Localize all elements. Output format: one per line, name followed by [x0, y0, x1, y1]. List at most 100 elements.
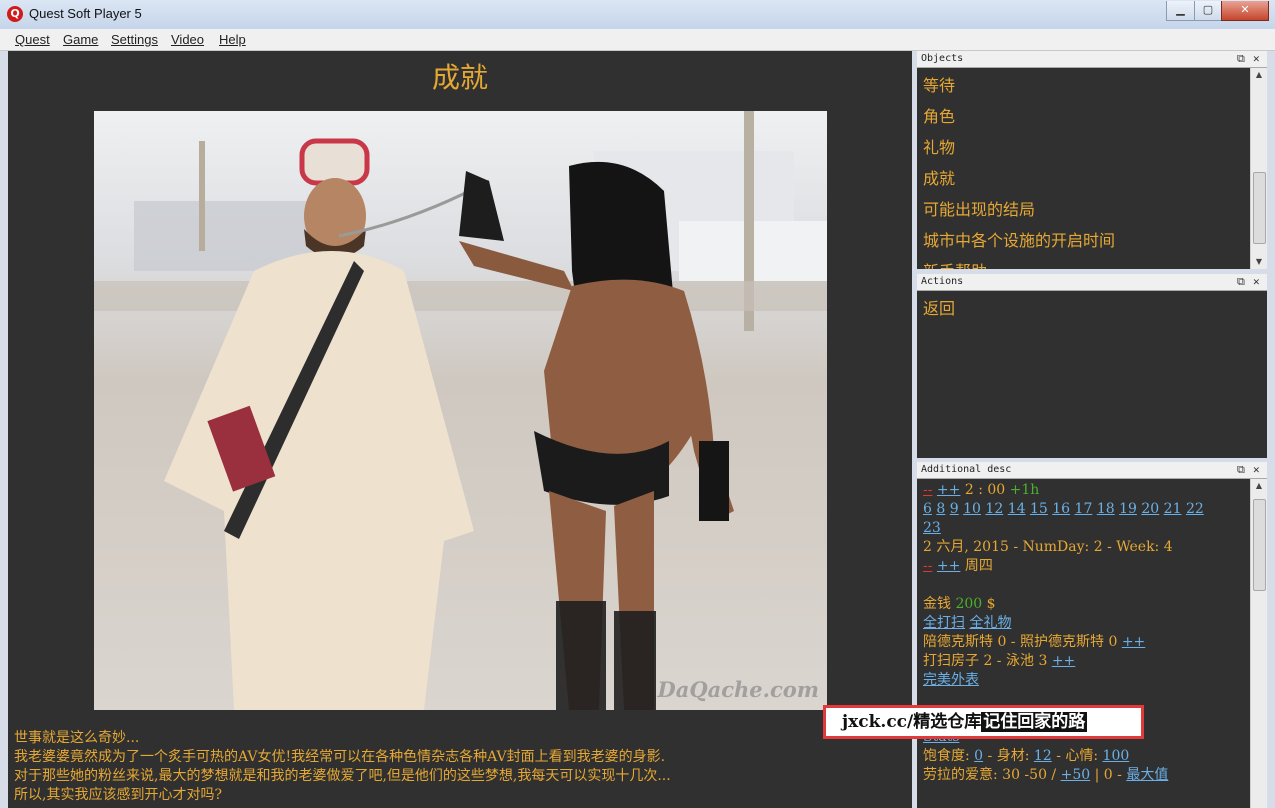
bulk-actions-row: 全打扫 全礼物 [923, 614, 1243, 633]
day-plus-link[interactable]: ++ [937, 558, 960, 574]
escort-plus-link[interactable]: ++ [1122, 634, 1145, 650]
hour-link[interactable]: 20 [1141, 501, 1159, 517]
body-label: - 身材: [987, 748, 1030, 764]
date-line: 2 六月, 2015 - NumDay: 2 - Week: 4 [923, 539, 1173, 555]
menu-help[interactable]: Help [219, 32, 246, 47]
hour-link[interactable]: 9 [950, 501, 959, 517]
actions-panel-title: Actions [921, 276, 964, 287]
desc-content: -- ++ 2 : 00 +1h 6 8 9 10 12 14 15 16 17… [917, 479, 1267, 808]
hour-link[interactable]: 22 [1186, 501, 1204, 517]
gift-all-link[interactable]: 全礼物 [969, 615, 1011, 631]
scroll-up-icon[interactable]: ▲ [1251, 68, 1267, 82]
actions-list: 返回 [917, 291, 1267, 458]
story-line: 所以,其实我应该感到开心才对吗? [14, 787, 222, 803]
menu-quest[interactable]: Quest [15, 32, 50, 47]
hour-link[interactable]: 17 [1075, 501, 1093, 517]
quest-logo-icon: Q [7, 6, 23, 22]
menu-bar: Quest Game Settings Video Help [0, 29, 1275, 51]
object-item-gift[interactable]: 礼物 [923, 134, 955, 158]
close-panel-icon[interactable]: ✕ [1253, 274, 1260, 290]
close-panel-icon[interactable]: ✕ [1253, 51, 1260, 67]
object-item-facility-hours[interactable]: 城市中各个设施的开启时间 [923, 227, 1115, 251]
mood-label: - 心情: [1056, 748, 1099, 764]
money-row: 金钱 200 $ [923, 595, 1243, 614]
menu-settings[interactable]: Settings [111, 32, 158, 47]
scene-photo: DaQache.com [94, 111, 827, 710]
desc-panel-header: Additional desc ⧉ ✕ [917, 462, 1267, 479]
game-output-pane: 成就 DaQache.com 世事就是这么奇妙... 我老婆婆竟然成为了一个炙手… [8, 51, 912, 808]
scene-illustration [94, 111, 827, 710]
love-plus-link[interactable]: +50 [1061, 767, 1091, 783]
object-item-achievement[interactable]: 成就 [923, 165, 955, 189]
hour-link[interactable]: 6 [923, 501, 932, 517]
scroll-thumb[interactable] [1253, 499, 1266, 591]
escort-text: 陪德克斯特 0 - 照护德克斯特 0 [923, 634, 1118, 650]
promo-highlight: 记住回家的路 [981, 712, 1088, 732]
story-line: 世事就是这么奇妙... [14, 730, 140, 746]
clean-all-link[interactable]: 全打扫 [923, 615, 965, 631]
time-minus-link[interactable]: -- [923, 482, 932, 498]
satiety-value[interactable]: 0 [974, 748, 983, 764]
hour-link[interactable]: 12 [985, 501, 1003, 517]
hour-link[interactable]: 8 [936, 501, 945, 517]
story-line: 对于那些她的粉丝来说,最大的梦想就是和我的老婆做爱了吧,但是他们的这些梦想,我每… [14, 768, 671, 784]
hour-link[interactable]: 19 [1119, 501, 1137, 517]
scroll-thumb[interactable] [1253, 172, 1266, 244]
object-item-endings[interactable]: 可能出现的结局 [923, 196, 1035, 220]
story-text: 世事就是这么奇妙... 我老婆婆竟然成为了一个炙手可热的AV女优!我经常可以在各… [14, 729, 671, 805]
objects-panel-header: Objects ⧉ ✕ [917, 51, 1267, 68]
house-text: 打扫房子 2 - 泳池 3 [923, 653, 1048, 669]
mood-value[interactable]: 100 [1103, 748, 1130, 764]
time-plus-link[interactable]: ++ [937, 482, 960, 498]
appearance-row: 完美外表 [923, 671, 1243, 690]
action-item-back[interactable]: 返回 [923, 295, 955, 319]
hour-link[interactable]: 14 [1008, 501, 1026, 517]
restore-panel-icon[interactable]: ⧉ [1237, 51, 1245, 67]
object-item-newbie-help[interactable]: 新手帮助 [923, 258, 987, 269]
scroll-down-icon[interactable]: ▼ [1251, 255, 1267, 269]
hour-link[interactable]: 16 [1052, 501, 1070, 517]
scroll-up-icon[interactable]: ▲ [1251, 479, 1267, 493]
desc-scrollbar[interactable]: ▲ [1250, 479, 1267, 808]
promo-prefix: jxck.cc/精选仓库 [842, 712, 982, 732]
menu-game[interactable]: Game [63, 32, 98, 47]
objects-panel: Objects ⧉ ✕ 等待 角色 礼物 成就 可能出现的结局 城市中各个设施的… [917, 51, 1267, 269]
perfect-look-link[interactable]: 完美外表 [923, 672, 979, 688]
hour-link[interactable]: 23 [923, 520, 941, 536]
desc-text: -- ++ 2 : 00 +1h 6 8 9 10 12 14 15 16 17… [923, 481, 1243, 785]
hour-link[interactable]: 15 [1030, 501, 1048, 517]
love-row: 劳拉的爱意: 30 -50 / +50 | 0 - 最大值 [923, 766, 1243, 785]
hour-link[interactable]: 18 [1097, 501, 1115, 517]
photo-watermark: DaQache.com [657, 677, 819, 702]
object-item-wait[interactable]: 等待 [923, 72, 955, 96]
objects-scrollbar[interactable]: ▲ ▼ [1250, 68, 1267, 269]
close-panel-icon[interactable]: ✕ [1253, 462, 1260, 478]
time-step-link[interactable]: +1h [1010, 482, 1040, 498]
actions-panel: Actions ⧉ ✕ 返回 [917, 274, 1267, 458]
hour-link[interactable]: 21 [1164, 501, 1182, 517]
page-title: 成就 [431, 61, 488, 94]
time-value: 2 : 00 [964, 482, 1006, 498]
restore-panel-icon[interactable]: ⧉ [1237, 274, 1245, 290]
hour-link[interactable]: 10 [963, 501, 981, 517]
close-button[interactable]: ✕ [1221, 1, 1269, 21]
restore-panel-icon[interactable]: ⧉ [1237, 462, 1245, 478]
desc-panel-title: Additional desc [921, 464, 1012, 475]
minimize-button[interactable]: ▁ [1166, 1, 1195, 21]
object-item-character[interactable]: 角色 [923, 103, 955, 127]
actions-panel-header: Actions ⧉ ✕ [917, 274, 1267, 291]
love-sep: | 0 - [1094, 767, 1122, 783]
love-max-link[interactable]: 最大值 [1126, 767, 1168, 783]
day-minus-link[interactable]: -- [923, 558, 932, 574]
house-row: 打扫房子 2 - 泳池 3 ++ [923, 652, 1243, 671]
house-plus-link[interactable]: ++ [1052, 653, 1075, 669]
objects-panel-title: Objects [921, 53, 964, 64]
body-value[interactable]: 12 [1034, 748, 1052, 764]
escort-row: 陪德克斯特 0 - 照护德克斯特 0 ++ [923, 633, 1243, 652]
money-unit: $ [986, 596, 996, 612]
time-row: -- ++ 2 : 00 +1h [923, 481, 1243, 500]
weekday: 周四 [964, 558, 993, 574]
menu-video[interactable]: Video [171, 32, 204, 47]
additional-desc-panel: Additional desc ⧉ ✕ -- ++ 2 : 00 +1h 6 8… [917, 462, 1267, 808]
maximize-button[interactable]: ▢ [1194, 1, 1222, 21]
